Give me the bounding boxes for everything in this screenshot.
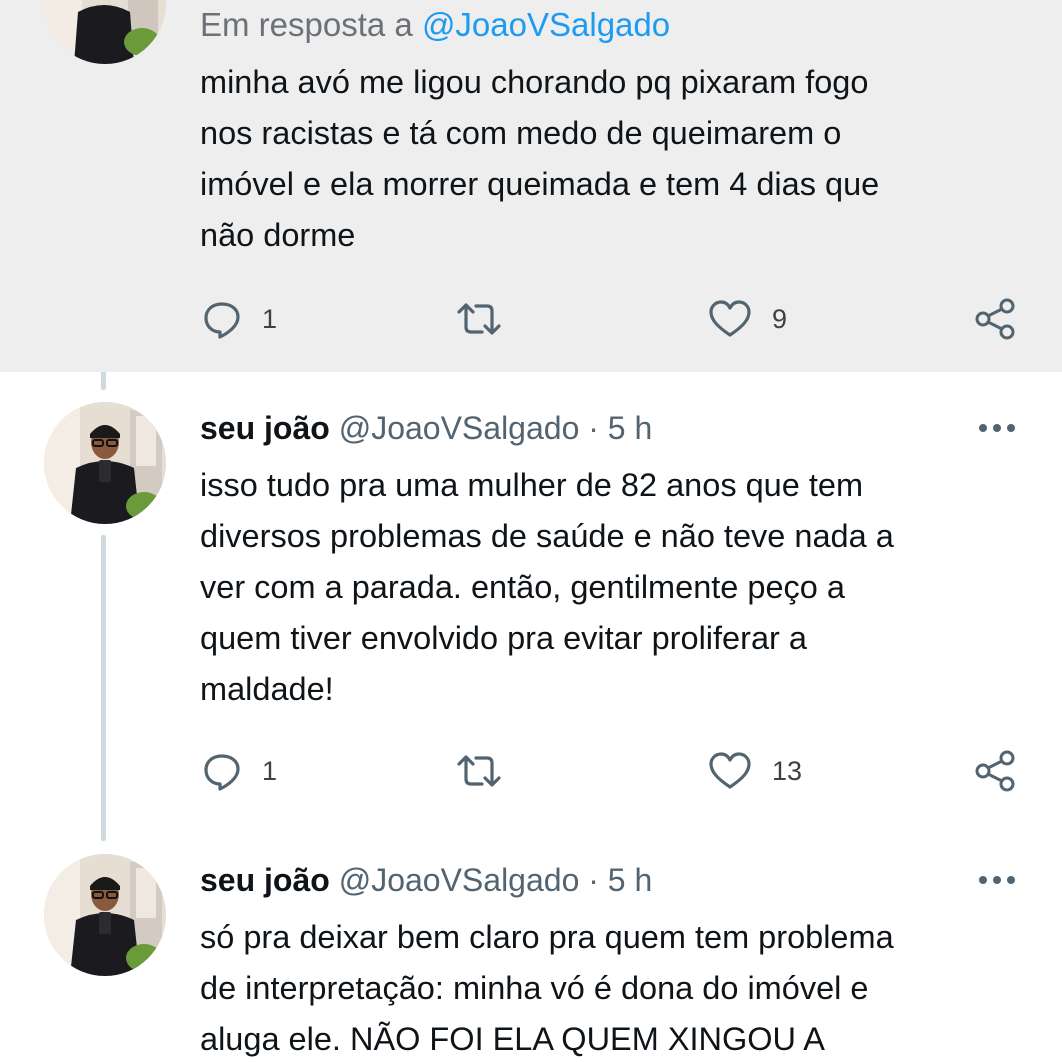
avatar[interactable] [44, 402, 166, 524]
avatar-image [44, 402, 166, 524]
user-handle[interactable]: @JoaoVSalgado [339, 410, 580, 446]
share-button[interactable] [974, 296, 1018, 342]
share-button[interactable] [974, 748, 1018, 794]
reply-count: 1 [262, 755, 278, 786]
retweet-button[interactable] [455, 296, 503, 342]
tweet-text: isso tudo pra uma mulher de 82 anos que … [200, 467, 894, 707]
retweet-button[interactable] [455, 748, 503, 794]
retweet-icon [457, 755, 501, 787]
user-handle[interactable]: @JoaoVSalgado [339, 862, 580, 898]
tweet-text: minha avó me ligou chorando pq pixaram f… [200, 64, 880, 253]
tweet-header: seu joão @JoaoVSalgado · 5 h [200, 412, 652, 444]
like-button[interactable]: 13 [708, 748, 802, 794]
tweet-text: só pra deixar bem claro pra quem tem pro… [200, 919, 894, 1057]
like-count: 13 [772, 755, 803, 786]
heart-icon [709, 300, 751, 337]
reply-prefix: Em resposta a [200, 6, 422, 43]
avatar[interactable] [44, 854, 166, 976]
more-options-icon[interactable] [978, 874, 1016, 886]
display-name[interactable]: seu joão [200, 862, 330, 898]
reply-count: 1 [262, 303, 278, 334]
more-options-icon[interactable] [978, 422, 1016, 434]
separator-dot: · [588, 410, 599, 446]
tweet-actions: 1 9 [200, 296, 1020, 342]
timestamp[interactable]: 5 h [608, 410, 652, 446]
tweet-3[interactable]: seu joão @JoaoVSalgado · 5 h só pra deix… [0, 822, 1062, 1062]
heart-icon [709, 752, 751, 789]
avatar-image [44, 0, 166, 64]
avatar[interactable] [44, 0, 166, 64]
retweet-icon [457, 303, 501, 335]
separator-dot: · [588, 862, 599, 898]
reply-context: Em resposta a @JoaoVSalgado [200, 6, 670, 44]
tweet-actions: 1 13 [200, 748, 1020, 794]
reply-button[interactable]: 1 [202, 748, 277, 794]
share-icon [975, 298, 1015, 340]
timestamp[interactable]: 5 h [608, 862, 652, 898]
tweet-1[interactable]: Em resposta a @JoaoVSalgado minha avó me… [0, 0, 1062, 372]
share-icon [975, 750, 1015, 792]
avatar-image [44, 854, 166, 976]
reply-icon [204, 302, 240, 339]
like-button[interactable]: 9 [708, 296, 787, 342]
like-count: 9 [772, 303, 788, 334]
reply-button[interactable]: 1 [202, 296, 277, 342]
tweet-thread: Em resposta a @JoaoVSalgado minha avó me… [0, 0, 1062, 1062]
reply-mention-link[interactable]: @JoaoVSalgado [422, 6, 670, 43]
display-name[interactable]: seu joão [200, 410, 330, 446]
tweet-2[interactable]: seu joão @JoaoVSalgado · 5 h isso tudo p… [0, 372, 1062, 822]
tweet-header: seu joão @JoaoVSalgado · 5 h [200, 864, 652, 896]
reply-icon [204, 754, 240, 791]
